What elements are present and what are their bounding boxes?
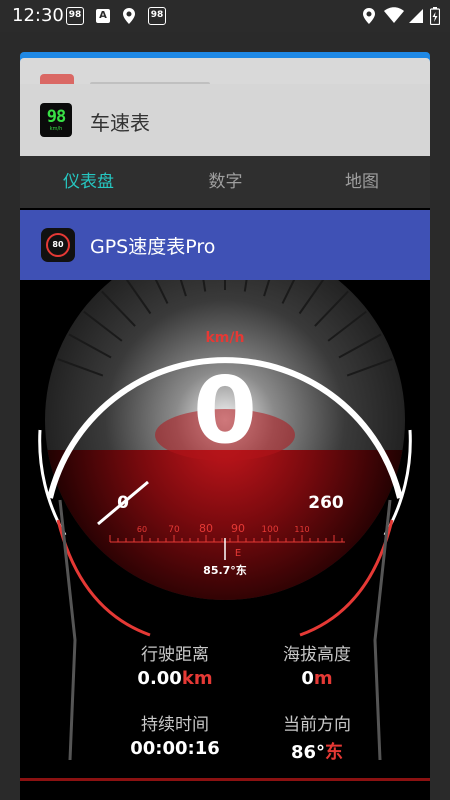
duration-stat: 持续时间 00:00:16: [115, 710, 235, 759]
scale-max-label: 260: [308, 493, 344, 513]
tab-digital[interactable]: 数字: [157, 156, 294, 208]
app-98-icon: 98: [66, 7, 84, 25]
altitude-value-row: 0m: [257, 668, 377, 689]
compass-label: 80: [199, 522, 213, 535]
status-bar: 12:30 98 A 98: [0, 0, 450, 32]
altitude-label: 海拔高度: [283, 645, 351, 665]
compass-label: 90: [231, 522, 245, 535]
location-icon: [123, 8, 135, 24]
app-98-icon: 98: [148, 7, 166, 25]
app-icon-unit: km/h: [49, 125, 63, 132]
speed-value: 0: [193, 357, 257, 464]
altitude-unit: m: [313, 668, 333, 689]
recents-card-header[interactable]: 98 km/h 车速表: [20, 84, 430, 156]
heading-readout: 85.7°东: [203, 563, 247, 577]
speedometer-app-icon: 98 km/h: [40, 103, 72, 137]
heading-unit: 东: [325, 742, 344, 763]
location-icon: [363, 8, 375, 24]
speedometer-icon-number: 80: [46, 233, 70, 257]
scale-min-label: 0: [117, 493, 129, 513]
signal-icon: [409, 9, 423, 23]
recents-card[interactable]: 98 km/h 车速表 仪表盘 数字 地图 80 GPS速度表Pro km/h …: [20, 84, 430, 800]
altitude-stat: 海拔高度 0m: [257, 640, 377, 689]
a-icon: A: [96, 9, 110, 23]
heading-value: 86°: [290, 742, 326, 763]
tab-map[interactable]: 地图: [294, 156, 430, 208]
duration-value-row: 00:00:16: [115, 738, 235, 759]
heading-stat: 当前方向 86°东: [257, 710, 377, 764]
bottom-accent-line: [20, 778, 430, 781]
app-icon-number: 98: [46, 106, 67, 127]
speed-unit: km/h: [206, 330, 245, 346]
tab-dashboard[interactable]: 仪表盘: [20, 156, 157, 208]
heading-label: 当前方向: [283, 715, 351, 735]
compass-label: 110: [294, 525, 309, 534]
compass-direction-letter: E: [235, 548, 241, 559]
tab-bar: 仪表盘 数字 地图: [20, 156, 430, 277]
app-bar: 80 GPS速度表Pro: [20, 210, 430, 280]
speedometer-icon: 80: [41, 228, 75, 262]
status-time: 12:30: [12, 5, 64, 26]
compass-label: 60: [137, 525, 147, 534]
heading-value-row: 86°东: [257, 738, 377, 764]
altitude-value: 0: [301, 668, 314, 689]
distance-stat: 行驶距离 0.00km: [115, 640, 235, 689]
distance-label: 行驶距离: [141, 645, 209, 665]
recents-card-title: 车速表: [90, 111, 150, 135]
app-title: GPS速度表Pro: [90, 236, 216, 258]
distance-value-row: 0.00km: [115, 668, 235, 689]
distance-value: 0.00: [137, 668, 182, 689]
compass-label: 100: [261, 525, 278, 535]
duration-label: 持续时间: [141, 715, 209, 735]
distance-unit: km: [181, 668, 213, 689]
compass-label: 70: [168, 525, 180, 535]
duration-value: 00:00:16: [130, 738, 220, 759]
battery-icon: [430, 7, 440, 25]
wifi-icon: [384, 7, 404, 23]
